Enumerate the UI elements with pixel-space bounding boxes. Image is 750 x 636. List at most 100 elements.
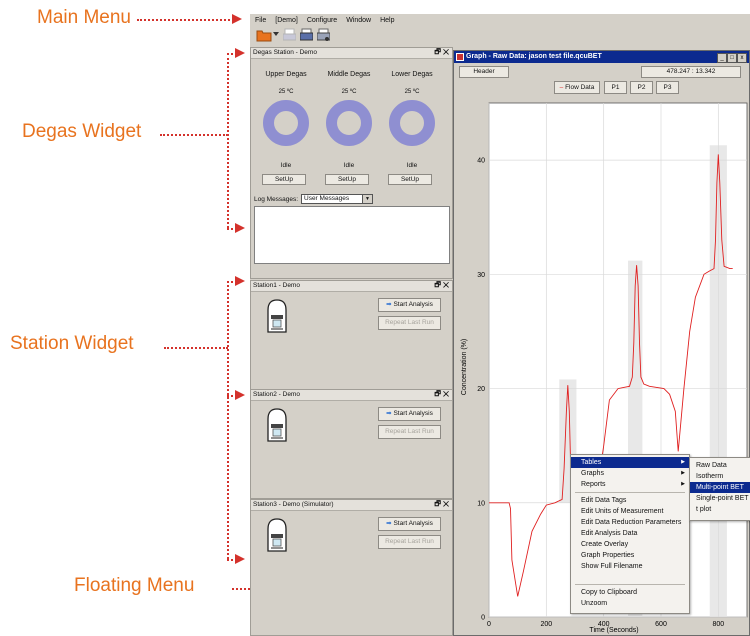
lower-degas-temperature: 25 ºC (404, 89, 420, 95)
upper-degas-setup-button[interactable]: SetUp (262, 174, 306, 185)
menu-item-reports-label: Reports (581, 481, 606, 488)
station-widget-leader (164, 347, 228, 349)
graph-app-icon (456, 53, 464, 61)
print-icon[interactable] (300, 28, 313, 42)
submenu-item-isotherm[interactable]: Isotherm (690, 471, 750, 482)
submenu-item-t-plot[interactable]: t plot (690, 504, 750, 515)
station1-start-analysis-label: Start Analysis (393, 301, 433, 308)
panel-float-close-icon[interactable]: 🗗 ✕ (434, 281, 449, 291)
y-tick-label: 10 (477, 500, 485, 507)
degas-widget-callout: Degas Widget (22, 121, 142, 142)
middle-degas-temperature: 25 ºC (341, 89, 357, 95)
panel-float-close-icon[interactable]: 🗗 ✕ (434, 48, 449, 58)
station1-start-analysis-button[interactable]: ➡ Start Analysis (378, 298, 441, 312)
log-messages-label: Log Messages: (254, 196, 299, 203)
chevron-down-icon[interactable] (273, 32, 279, 37)
menu-item-tables[interactable]: Tables ▶ (571, 457, 689, 468)
toolbar (250, 26, 750, 44)
menu-help[interactable]: Help (380, 17, 394, 24)
station3-start-analysis-label: Start Analysis (393, 520, 433, 527)
sample-tube-icon (267, 518, 287, 552)
degas-widget-leader (160, 134, 228, 136)
chevron-down-icon[interactable]: ▼ (362, 195, 372, 203)
station3-title-bar: Station3 - Demo (Simulator) 🗗 ✕ (251, 500, 452, 511)
menu-item-reports[interactable]: Reports ▶ (571, 479, 689, 490)
submenu-item-raw-data[interactable]: Raw Data (690, 460, 750, 471)
legend-p2[interactable]: P2 (630, 81, 653, 94)
lower-degas-setup-button[interactable]: SetUp (388, 174, 432, 185)
degas-widget-title-bar: Degas Station - Demo 🗗 ✕ (251, 48, 452, 59)
station2-repeat-last-run-button[interactable]: Repeat Last Run (378, 425, 441, 439)
station2-start-analysis-label: Start Analysis (393, 410, 433, 417)
log-messages-select[interactable]: User Messages ▼ (301, 194, 373, 204)
station-widget-top-leader (227, 281, 233, 283)
middle-degas-gauge (326, 100, 372, 146)
close-icon[interactable]: x (737, 53, 747, 63)
menu-configure[interactable]: Configure (307, 17, 337, 24)
cursor-coordinates: 478.247 : 13.342 (641, 66, 741, 78)
menu-item-graph-properties[interactable]: Graph Properties (571, 550, 689, 561)
main-menu-leader (137, 19, 230, 21)
upper-degas-gauge (263, 100, 309, 146)
panel-float-close-icon[interactable]: 🗗 ✕ (434, 390, 449, 400)
y-tick-label: 20 (477, 386, 485, 393)
x-tick-label: 200 (540, 621, 552, 628)
menu-item-graphs[interactable]: Graphs ▶ (571, 468, 689, 479)
station3-widget: Station3 - Demo (Simulator) 🗗 ✕ ➡ Start … (250, 499, 453, 636)
station1-widget: Station1 - Demo 🗗 ✕ ➡ Start Analysis Rep… (250, 280, 453, 390)
x-tick-label: 600 (655, 621, 667, 628)
menu-item-show-full-filename[interactable]: Show Full Filename (571, 561, 689, 572)
menu-separator (575, 492, 685, 493)
y-tick-label: 40 (477, 158, 485, 165)
submenu-arrow-icon: ▶ (681, 481, 685, 487)
legend-p3[interactable]: P3 (656, 81, 679, 94)
x-axis-label: Time (Seconds) (589, 627, 638, 634)
minimize-icon[interactable]: _ (717, 53, 727, 63)
menu-item-edit-data-tags[interactable]: Edit Data Tags (571, 495, 689, 506)
middle-degas-label: Middle Degas (327, 71, 371, 78)
x-tick-label: 0 (487, 621, 491, 628)
print-preview-icon[interactable] (283, 28, 296, 42)
station2-widget: Station2 - Demo 🗗 ✕ ➡ Start Analysis Rep… (250, 389, 453, 499)
station3-title: Station3 - Demo (Simulator) (253, 501, 334, 508)
degas-widget-vertical-leader (227, 53, 229, 228)
station3-start-analysis-button[interactable]: ➡ Start Analysis (378, 517, 441, 531)
sample-tube-icon (267, 408, 287, 442)
menu-window[interactable]: Window (346, 17, 371, 24)
submenu-item-multi-point-bet[interactable]: Multi-point BET (690, 482, 750, 493)
station3-repeat-last-run-button[interactable]: Repeat Last Run (378, 535, 441, 549)
station-widget-top-arrow (235, 276, 245, 286)
station2-start-analysis-button[interactable]: ➡ Start Analysis (378, 407, 441, 421)
panel-float-close-icon[interactable]: 🗗 ✕ (434, 500, 449, 510)
degas-widget-bottom-arrow (235, 223, 245, 233)
menu-item-create-overlay[interactable]: Create Overlay (571, 539, 689, 550)
menu-item-copy-to-clipboard[interactable]: Copy to Clipboard (571, 587, 689, 598)
floating-menu-callout: Floating Menu (74, 575, 195, 596)
tables-submenu: Raw Data Isotherm Multi-point BET Single… (689, 457, 750, 521)
maximize-icon[interactable]: □ (727, 53, 737, 63)
middle-degas-setup-button[interactable]: SetUp (325, 174, 369, 185)
log-messages-area[interactable] (254, 206, 450, 264)
log-messages-select-value: User Messages (304, 195, 350, 202)
station1-repeat-last-run-button[interactable]: Repeat Last Run (378, 316, 441, 330)
legend-flow-data[interactable]: – Flow Data (554, 81, 600, 94)
menu-file[interactable]: File (255, 17, 266, 24)
menu-item-graphs-label: Graphs (581, 470, 604, 477)
graph-window-title-bar: Graph - Raw Data: jason test file.qcuBET (454, 51, 749, 63)
legend-flow-data-label: Flow Data (565, 84, 595, 91)
menu-item-unzoom[interactable]: Unzoom (571, 598, 689, 609)
page-setup-icon[interactable] (317, 28, 330, 42)
header-button[interactable]: Header (459, 66, 509, 78)
menu-item-edit-data-reduction[interactable]: Edit Data Reduction Parameters (571, 517, 689, 528)
submenu-item-single-point-bet[interactable]: Single-point BET (690, 493, 750, 504)
legend-p1[interactable]: P1 (604, 81, 627, 94)
open-folder-icon[interactable] (256, 28, 272, 42)
menu-item-edit-units[interactable]: Edit Units of Measurement (571, 506, 689, 517)
submenu-arrow-icon: ▶ (681, 470, 685, 476)
menu-item-edit-analysis-data[interactable]: Edit Analysis Data (571, 528, 689, 539)
middle-degas-status: Idle (343, 162, 355, 169)
degas-widget-bottom-leader (227, 228, 233, 230)
menu-demo[interactable]: [Demo] (275, 17, 298, 24)
station-widget-vertical-leader (227, 281, 229, 559)
lower-degas-label: Lower Degas (391, 71, 433, 78)
